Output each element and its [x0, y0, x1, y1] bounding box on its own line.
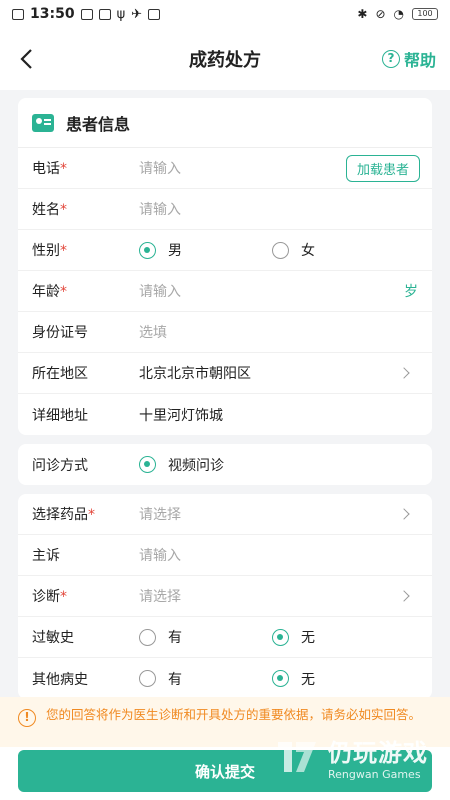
- airplane-icon: ✈: [131, 6, 143, 22]
- radio-checked-icon: [139, 241, 156, 259]
- region-label: 所在地区: [32, 366, 88, 382]
- phone-label: 电话: [32, 161, 60, 177]
- other-history-no-radio[interactable]: 无: [272, 669, 405, 689]
- nav-bar: 成药处方 ? 帮助: [0, 28, 450, 90]
- chevron-left-icon: [20, 49, 32, 69]
- allergy-no-label: 无: [301, 630, 315, 646]
- complaint-label: 主诉: [32, 548, 60, 564]
- bluetooth-icon: ✱: [357, 7, 368, 21]
- name-label: 姓名: [32, 202, 60, 218]
- gender-male-radio[interactable]: 男: [139, 240, 272, 260]
- medicine-label: 选择药品: [32, 507, 88, 523]
- medicine-row[interactable]: 选择药品* 请选择: [18, 494, 432, 535]
- video-consult-label: 视频问诊: [168, 457, 224, 474]
- status-bar: 13:50 ψ ✈ ✱ ⊘ ◔ 100: [0, 0, 450, 28]
- help-button[interactable]: ? 帮助: [381, 47, 436, 71]
- gender-row: 性别* 男 女: [18, 230, 432, 271]
- chevron-right-icon: [398, 590, 410, 602]
- other-history-yes-radio[interactable]: 有: [139, 669, 272, 689]
- other-history-row: 其他病史 有 无: [18, 658, 432, 699]
- region-row[interactable]: 所在地区 北京北京市朝阳区: [18, 353, 432, 394]
- radio-unchecked-icon: [139, 670, 156, 687]
- complaint-row: 主诉 请输入: [18, 535, 432, 576]
- age-input[interactable]: 请输入: [139, 281, 404, 301]
- submit-button[interactable]: 确认提交: [18, 750, 432, 792]
- other-history-yes-label: 有: [168, 671, 182, 688]
- consult-card: 问诊方式 视频问诊: [18, 444, 432, 485]
- address-input[interactable]: 十里河灯饰城: [139, 405, 418, 425]
- complaint-input[interactable]: 请输入: [139, 545, 418, 565]
- radio-checked-icon: [139, 456, 156, 473]
- required-mark: *: [60, 202, 67, 218]
- radio-unchecked-icon: [272, 241, 289, 259]
- age-label: 年龄: [32, 284, 60, 300]
- allergy-yes-label: 有: [168, 630, 182, 646]
- required-mark: *: [60, 161, 67, 177]
- video-consult-radio[interactable]: 视频问诊: [139, 455, 272, 475]
- radio-checked-icon: [272, 670, 289, 687]
- address-row: 详细地址 十里河灯饰城: [18, 394, 432, 435]
- warning-icon: !: [18, 709, 36, 727]
- allergy-row: 过敏史 有 无: [18, 617, 432, 658]
- gender-female-label: 女: [301, 243, 315, 259]
- wifi-icon: ◔: [393, 7, 404, 21]
- consult-row: 问诊方式 视频问诊: [18, 444, 432, 485]
- notice-text: 您的回答将作为医生诊断和开具处方的重要依据，请务必如实回答。: [46, 707, 422, 722]
- name-row: 姓名* 请输入: [18, 189, 432, 230]
- required-mark: *: [60, 243, 67, 259]
- required-mark: *: [88, 507, 95, 523]
- phone-input[interactable]: 请输入: [139, 158, 346, 178]
- status-time: 13:50: [30, 6, 75, 22]
- allergy-label: 过敏史: [32, 630, 74, 646]
- other-history-label: 其他病史: [32, 671, 88, 688]
- required-mark: *: [60, 589, 67, 605]
- id-card-icon: [32, 113, 54, 132]
- gender-label: 性别: [32, 243, 60, 259]
- mute-icon: ⊘: [375, 7, 386, 21]
- consult-label: 问诊方式: [32, 457, 88, 474]
- chevron-right-icon: [398, 508, 410, 520]
- screenshot-icon: [12, 8, 24, 20]
- form-content: 患者信息 电话* 请输入 加载患者 姓名* 请输入 性别* 男 女 年龄* 请输…: [0, 90, 450, 699]
- age-unit: 岁: [404, 284, 418, 300]
- usb-icon: ψ: [116, 6, 126, 22]
- id-number-label: 身份证号: [32, 325, 88, 341]
- age-row: 年龄* 请输入 岁: [18, 271, 432, 312]
- address-label: 详细地址: [32, 407, 88, 424]
- diagnosis-label: 诊断: [32, 589, 60, 605]
- notice-banner: ! 您的回答将作为医生诊断和开具处方的重要依据，请务必如实回答。: [0, 697, 450, 747]
- radio-unchecked-icon: [139, 628, 156, 646]
- region-value: 北京北京市朝阳区: [139, 366, 251, 382]
- back-button[interactable]: [14, 44, 38, 74]
- id-number-input[interactable]: 选填: [139, 322, 418, 342]
- tiktok-icon: [148, 8, 161, 20]
- notification-icon: [80, 8, 93, 20]
- gender-female-radio[interactable]: 女: [272, 240, 405, 260]
- battery-icon: 100: [412, 8, 438, 20]
- diagnosis-select[interactable]: 请选择: [139, 586, 400, 606]
- patient-info-header: 患者信息: [18, 98, 432, 148]
- id-number-row: 身份证号 选填: [18, 312, 432, 353]
- patient-info-title: 患者信息: [66, 114, 131, 134]
- diagnosis-row[interactable]: 诊断* 请选择: [18, 576, 432, 617]
- help-label: 帮助: [403, 51, 436, 70]
- name-input[interactable]: 请输入: [139, 199, 418, 219]
- question-icon: ?: [381, 50, 400, 68]
- gender-male-label: 男: [168, 243, 182, 259]
- chevron-right-icon: [398, 367, 410, 379]
- prescription-card: 选择药品* 请选择 主诉 请输入 诊断* 请选择 过敏史 有 无 其他病史 有 …: [18, 494, 432, 699]
- phone-row: 电话* 请输入 加载患者: [18, 148, 432, 189]
- allergy-yes-radio[interactable]: 有: [139, 627, 272, 647]
- bottom-bar: 确认提交: [0, 747, 450, 800]
- app-icon: [98, 8, 111, 20]
- radio-checked-icon: [272, 628, 289, 646]
- allergy-no-radio[interactable]: 无: [272, 627, 405, 647]
- other-history-no-label: 无: [301, 671, 315, 688]
- required-mark: *: [60, 284, 67, 300]
- patient-info-card: 患者信息 电话* 请输入 加载患者 姓名* 请输入 性别* 男 女 年龄* 请输…: [18, 98, 432, 435]
- medicine-select[interactable]: 请选择: [139, 504, 400, 524]
- load-patient-button[interactable]: 加载患者: [345, 154, 420, 182]
